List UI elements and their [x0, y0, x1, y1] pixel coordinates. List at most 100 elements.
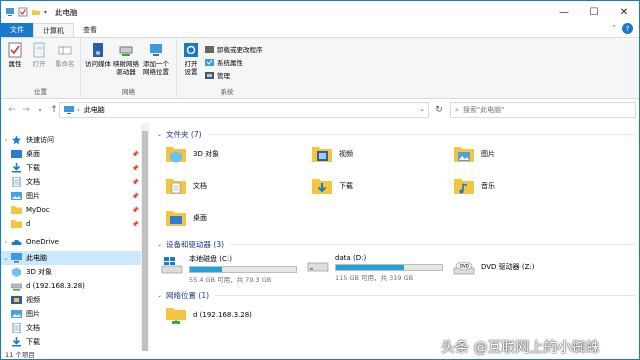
- folder-item-downloads[interactable]: 下载: [311, 175, 353, 197]
- qa-dropdown-icon[interactable]: ▾: [44, 9, 47, 16]
- nav-pc-documents[interactable]: 文档: [1, 321, 141, 335]
- this-pc-small-icon: [64, 106, 74, 114]
- folder-icon: [11, 206, 22, 214]
- network-location-item[interactable]: d (192.168.3.28): [165, 304, 252, 326]
- section-collapse-icon[interactable]: ⌄: [157, 131, 162, 138]
- folder-icon: [11, 220, 22, 228]
- folder-item-music[interactable]: 音乐: [453, 175, 495, 197]
- system-properties-button[interactable]: 系统属性: [205, 57, 243, 67]
- nav-quick-access[interactable]: › 快速访问: [1, 133, 141, 147]
- documents-folder-icon: [166, 179, 186, 194]
- close-button[interactable]: ✕: [609, 1, 639, 23]
- add-network-location-button[interactable]: 添加一个 网络位置: [143, 41, 169, 76]
- properties-button[interactable]: 属性: [7, 41, 23, 68]
- nav-label: MyDoc: [26, 206, 50, 214]
- map-drive-label-2: 驱动器: [116, 68, 136, 76]
- section-network-header[interactable]: ⌄ 网络位置 (1): [157, 289, 635, 301]
- content-area: ⌄ 文件夹 (7) 3D 对象 视频 图片 文档 下载 音乐 桌面 ⌄ 设备和驱…: [153, 123, 639, 351]
- drive-item-z[interactable]: DVD DVD 驱动器 (Z:): [453, 256, 535, 278]
- search-input[interactable]: ⌕ 搜索"此电脑": [450, 102, 636, 118]
- manage-button[interactable]: 管理: [205, 70, 230, 80]
- drive-item-d[interactable]: data (D:) 115 GB 可用，共 319 GB: [307, 254, 443, 282]
- ribbon-group-location: 属性 打开 重命名 位置: [1, 38, 81, 98]
- nav-item-downloads[interactable]: 下载 📌: [1, 161, 141, 175]
- nav-this-pc[interactable]: ⌄ 此电脑: [1, 251, 141, 265]
- nav-item-d[interactable]: d 📌: [1, 217, 141, 231]
- pin-icon: 📌: [131, 164, 139, 172]
- downloads-folder-icon: [312, 179, 332, 194]
- folder-item-desktop[interactable]: 桌面: [165, 207, 207, 229]
- ribbon-group-system: 打开 设置 卸载或更改程序 系统属性 管理 系统: [177, 38, 277, 98]
- recent-locations-icon[interactable]: ▾: [33, 103, 47, 117]
- download-arrow-icon: [12, 163, 21, 173]
- open-button[interactable]: 打开: [31, 41, 47, 68]
- 3d-objects-folder-icon: [166, 147, 186, 163]
- tab-file[interactable]: 文件: [1, 23, 33, 37]
- cloud-icon: [11, 239, 22, 245]
- nav-pc-videos[interactable]: 视频: [1, 293, 141, 307]
- tab-view[interactable]: 查看: [74, 23, 106, 37]
- nav-label: 下载: [26, 164, 40, 172]
- minimize-button[interactable]: —: [549, 1, 579, 23]
- open-settings-button[interactable]: 打开 设置: [183, 41, 199, 76]
- section-drives-header[interactable]: ⌄ 设备和驱动器 (3): [157, 238, 635, 250]
- folder-item-documents[interactable]: 文档: [165, 175, 207, 197]
- network-group-label: 网络: [122, 88, 135, 96]
- properties-icon: [8, 42, 22, 58]
- nav-item-mydoc[interactable]: MyDoc 📌: [1, 203, 141, 217]
- video-folder-icon: [312, 147, 332, 162]
- drive-info: 本地磁盘 (C:) 55.4 GB 可用，共 79.3 GB: [189, 254, 297, 284]
- nav-pc-pictures[interactable]: 图片: [1, 307, 141, 321]
- add-location-label-1: 添加一个: [143, 60, 169, 68]
- nav-onedrive[interactable]: › OneDrive: [1, 235, 141, 249]
- nav-pc-downloads[interactable]: 下载: [1, 335, 141, 349]
- tab-computer[interactable]: 计算机: [33, 23, 74, 37]
- section-collapse-icon[interactable]: ⌄: [157, 292, 162, 299]
- map-network-drive-button[interactable]: 映射网络 驱动器: [113, 41, 139, 76]
- uninstall-programs-button[interactable]: 卸载或更改程序: [205, 44, 263, 54]
- forward-arrow-icon[interactable]: →: [19, 103, 33, 117]
- quick-access-toolbar: ▾: [5, 7, 47, 17]
- nav-item-desktop[interactable]: 桌面 📌: [1, 147, 141, 161]
- expand-chevron-icon[interactable]: ›: [1, 239, 11, 246]
- drive-info: data (D:) 115 GB 可用，共 319 GB: [335, 254, 443, 282]
- pin-icon: 📌: [131, 206, 139, 214]
- nav-pc-3d-objects[interactable]: 3D 对象: [1, 265, 141, 279]
- help-icon[interactable]: ?: [622, 23, 633, 34]
- expand-chevron-icon[interactable]: ›: [1, 137, 11, 144]
- back-arrow-icon[interactable]: ←: [5, 103, 19, 117]
- nav-item-documents[interactable]: 文档 📌: [1, 175, 141, 189]
- system-group-label: 系统: [220, 88, 234, 96]
- folder-item-videos[interactable]: 视频: [311, 143, 353, 165]
- address-bar[interactable]: › 此电脑 ⌄: [59, 102, 429, 118]
- download-arrow-icon: [12, 337, 21, 347]
- system-properties-icon: [205, 58, 214, 66]
- ribbon-collapse-icon[interactable]: ⌃: [611, 24, 617, 32]
- collapse-chevron-icon[interactable]: ⌄: [1, 255, 11, 262]
- local-disk-windows-icon: [161, 257, 183, 274]
- scrollbar-thumb[interactable]: [142, 131, 148, 351]
- refresh-icon[interactable]: ↻: [431, 102, 447, 118]
- address-path[interactable]: 此电脑: [84, 105, 105, 115]
- rename-button[interactable]: 重命名: [55, 41, 75, 68]
- section-collapse-icon[interactable]: ⌄: [157, 241, 162, 248]
- section-divider: [215, 294, 635, 296]
- music-folder-icon: [454, 179, 474, 194]
- nav-scrollbar[interactable]: [141, 123, 149, 351]
- address-dropdown-icon[interactable]: ⌄: [419, 105, 425, 113]
- nav-pc-network-drive[interactable]: d (192.168.3.28): [1, 279, 141, 293]
- new-folder-icon[interactable]: [31, 7, 41, 17]
- dvd-drive-icon: DVD: [453, 261, 475, 275]
- drive-item-c[interactable]: 本地磁盘 (C:) 55.4 GB 可用，共 79.3 GB: [161, 254, 297, 284]
- folder-label: 下载: [339, 182, 353, 190]
- access-media-button[interactable]: 访问媒体: [85, 41, 111, 68]
- nav-item-pictures[interactable]: 图片 📌: [1, 189, 141, 203]
- file-explorer-window: ▾ 此电脑 — ☐ ✕ 文件 计算机 查看 ⌃ ? 属性 打开 重命名 位置 访…: [0, 0, 640, 360]
- properties-checkbox-icon[interactable]: [18, 7, 28, 17]
- programs-icon: [205, 45, 214, 53]
- nav-label: 下载: [26, 338, 40, 346]
- section-folders-header[interactable]: ⌄ 文件夹 (7): [157, 128, 635, 140]
- folder-item-3d-objects[interactable]: 3D 对象: [165, 143, 219, 165]
- maximize-button[interactable]: ☐: [579, 1, 609, 23]
- folder-item-pictures[interactable]: 图片: [453, 143, 495, 165]
